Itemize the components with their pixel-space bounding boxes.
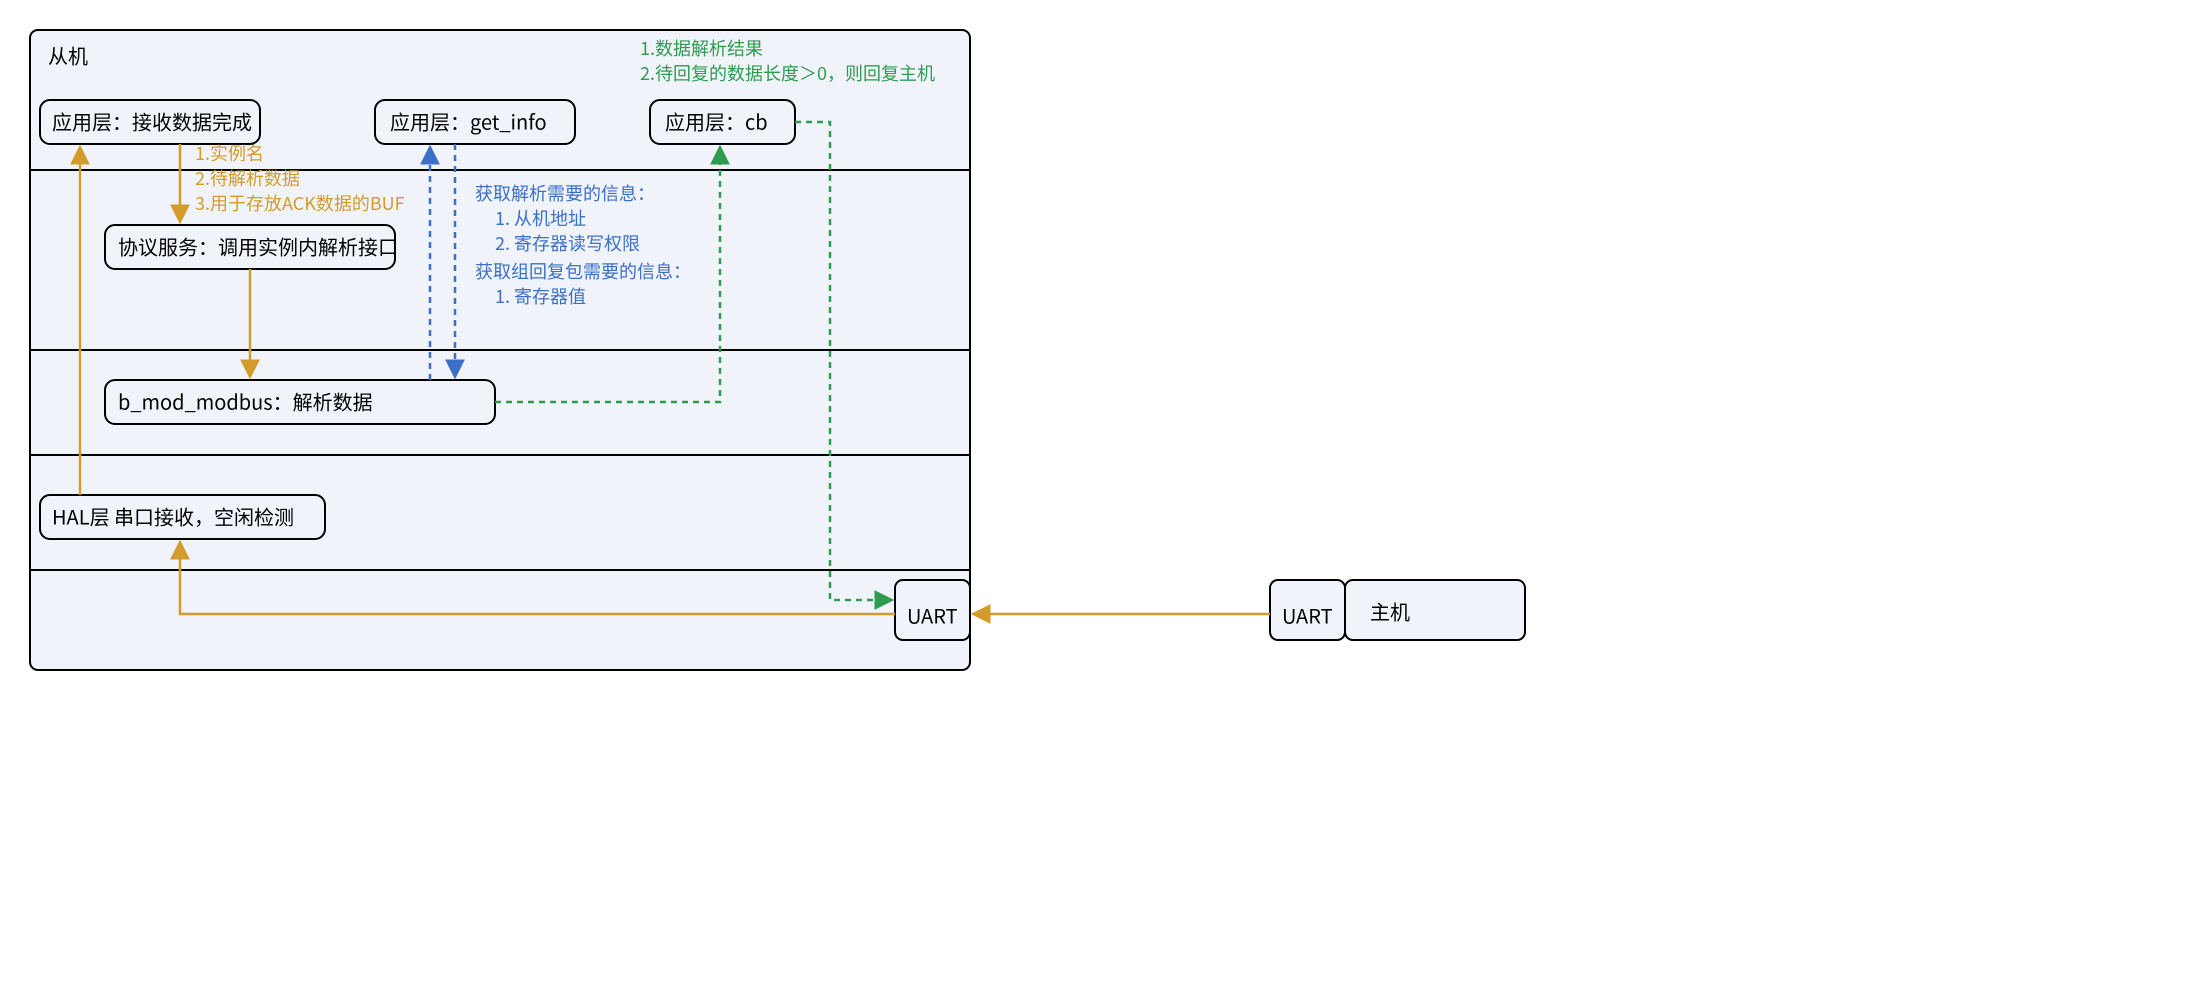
node-hal-label: HAL层 串口接收，空闲检测 xyxy=(52,501,294,530)
node-host-uart-label: UART xyxy=(1282,600,1333,629)
node-app-recv-label: 应用层：接收数据完成 xyxy=(52,106,252,135)
annot-blue-t: 获取解析需要的信息： xyxy=(475,180,655,206)
annot-blue-a1: 1. 从机地址 xyxy=(495,205,586,231)
slave-title: 从机 xyxy=(48,40,88,69)
annot-blue-a2: 2. 寄存器读写权限 xyxy=(495,230,640,256)
node-modbus-label: b_mod_modbus：解析数据 xyxy=(118,386,373,415)
node-app-cb-label: 应用层：cb xyxy=(665,106,768,135)
node-slave-uart-label: UART xyxy=(907,600,958,629)
annot-green-2: 2.待回复的数据长度＞0，则回复主机 xyxy=(640,60,935,86)
annot-green-1: 1.数据解析结果 xyxy=(640,35,763,61)
annot-orange-2: 2.待解析数据 xyxy=(195,165,300,191)
node-protocol-label: 协议服务：调用实例内解析接口 xyxy=(118,231,398,260)
annot-blue-b1: 1. 寄存器值 xyxy=(495,283,586,309)
node-app-getinfo-label: 应用层：get_info xyxy=(390,106,547,135)
node-host-label: 主机 xyxy=(1370,596,1410,625)
host-block: UART 主机 xyxy=(1270,580,1525,640)
annot-blue-t2: 获取组回复包需要的信息： xyxy=(475,258,691,284)
annot-orange-1: 1.实例名 xyxy=(195,140,264,166)
annot-orange-3: 3.用于存放ACK数据的BUF xyxy=(195,190,405,216)
